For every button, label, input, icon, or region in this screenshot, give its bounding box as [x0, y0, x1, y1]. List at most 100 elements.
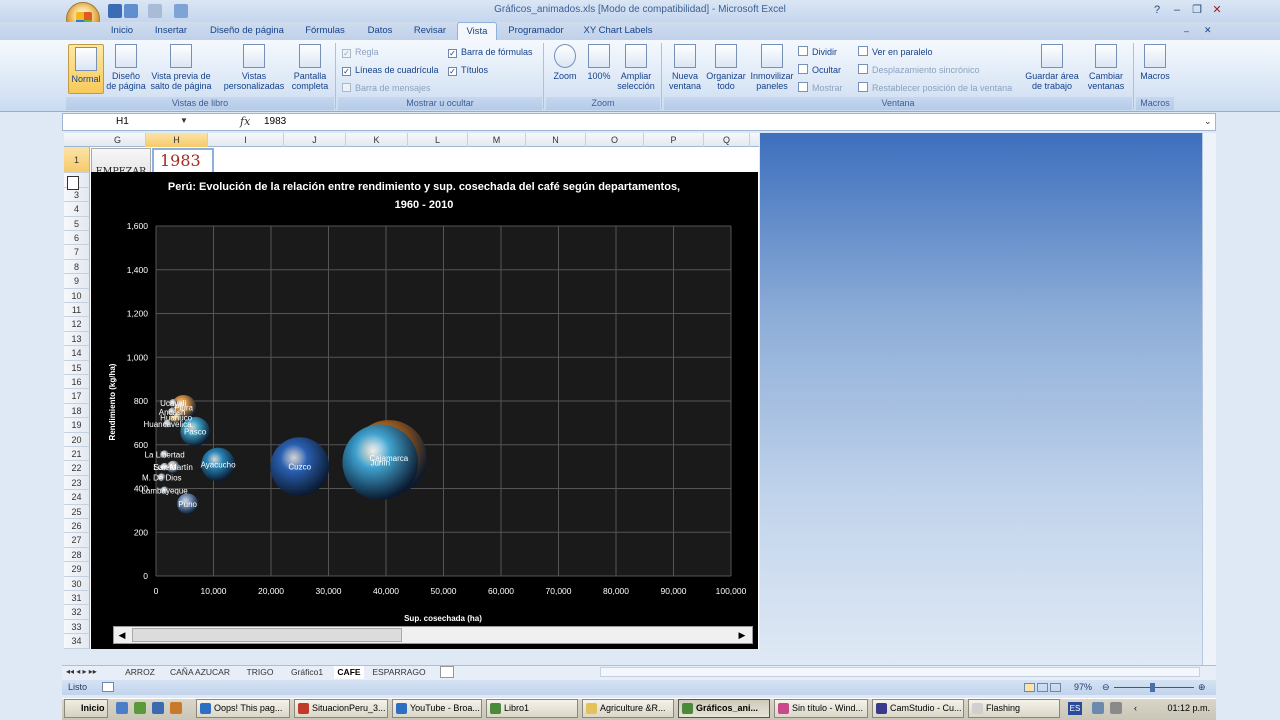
- row-header-14[interactable]: 14: [64, 346, 90, 361]
- tab-formulas[interactable]: Fórmulas: [298, 22, 352, 40]
- save-icon[interactable]: [108, 4, 122, 18]
- quicklaunch-media-icon[interactable]: [170, 702, 182, 714]
- tab-programador[interactable]: Programador: [502, 22, 570, 40]
- view-buttons[interactable]: [1024, 682, 1068, 692]
- column-header-h[interactable]: H: [146, 133, 208, 147]
- insert-sheet-icon[interactable]: [440, 666, 454, 678]
- zoom-level[interactable]: 97%: [1074, 680, 1092, 695]
- taskbar-item-agriculture[interactable]: Agriculture &R...: [582, 699, 674, 718]
- row-header-30[interactable]: 30: [64, 576, 90, 591]
- row-header-8[interactable]: 8: [64, 259, 90, 275]
- column-header-o[interactable]: O: [586, 133, 644, 147]
- vertical-scrollbar[interactable]: [1202, 133, 1216, 665]
- row-header-19[interactable]: 19: [64, 418, 90, 433]
- column-header-k[interactable]: K: [346, 133, 408, 147]
- row-header-11[interactable]: 11: [64, 303, 90, 318]
- insert-function-icon[interactable]: fx: [240, 114, 250, 130]
- sheet-tab-cana[interactable]: CAÑA AZUCAR: [166, 666, 234, 679]
- horizontal-scrollbar[interactable]: [600, 667, 1200, 677]
- row-header-6[interactable]: 6: [64, 231, 90, 246]
- taskbar-item-camstudio[interactable]: CamStudio - Cu...: [872, 699, 964, 718]
- taskbar-item-libro1[interactable]: Libro1: [486, 699, 578, 718]
- row-header-20[interactable]: 20: [64, 432, 90, 447]
- sheet-tab-cafe[interactable]: CAFE: [334, 666, 364, 679]
- taskbar-item-paint[interactable]: Sin título - Wind...: [774, 699, 868, 718]
- formula-bar-checkbox[interactable]: ✓ Barra de fórmulas: [448, 45, 533, 59]
- column-header-g[interactable]: G: [90, 133, 146, 147]
- print-preview-icon[interactable]: [174, 4, 188, 18]
- row-header-25[interactable]: 25: [64, 504, 90, 519]
- zoom-button[interactable]: Zoom: [548, 44, 582, 81]
- quicklaunch-word-icon[interactable]: [152, 702, 164, 714]
- ruler-checkbox[interactable]: ✓ Regla: [342, 45, 379, 59]
- sheet-tab-grafico1[interactable]: Gráfico1: [284, 666, 330, 679]
- side-by-side-button[interactable]: Ver en paralelo: [858, 45, 933, 59]
- switch-windows-button[interactable]: Cambiar ventanas: [1082, 44, 1130, 91]
- message-bar-checkbox[interactable]: Barra de mensajes: [342, 81, 431, 95]
- bubble-chart[interactable]: 0 10,000 20,000 30,000 40,000 50,000 60,000 70,…: [91, 172, 758, 649]
- zoom-100-button[interactable]: 100%: [584, 44, 614, 81]
- scroll-left-icon[interactable]: ◀: [116, 629, 128, 641]
- quicklaunch-excel-icon[interactable]: [134, 702, 146, 714]
- save-workspace-button[interactable]: Guardar área de trabajo: [1022, 44, 1082, 91]
- column-header-l[interactable]: L: [408, 133, 468, 147]
- expand-formula-icon[interactable]: ⌄: [1204, 116, 1212, 127]
- column-header-q[interactable]: Q: [704, 133, 750, 147]
- tab-diseno[interactable]: Diseño de página: [202, 22, 292, 40]
- headings-checkbox[interactable]: ✓ Títulos: [448, 63, 488, 77]
- page-layout-button[interactable]: Diseño de página: [106, 44, 146, 91]
- zoom-slider-thumb[interactable]: [1150, 683, 1155, 692]
- language-indicator[interactable]: ES: [1068, 702, 1082, 715]
- sync-scroll-button[interactable]: Desplazamiento sincrónico: [858, 63, 980, 77]
- reset-window-button[interactable]: Restablecer posición de la ventana: [858, 81, 1012, 95]
- freeze-panes-button[interactable]: Inmovilizar paneles: [748, 44, 796, 91]
- tab-inicio[interactable]: Inicio: [105, 22, 139, 40]
- new-window-button[interactable]: Nueva ventana: [666, 44, 704, 91]
- row-header-24[interactable]: 24: [64, 490, 90, 505]
- name-box-dropdown-icon[interactable]: ▼: [180, 116, 188, 125]
- taskbar-item-graficos[interactable]: Gráficos_ani...: [678, 699, 770, 718]
- formula-input[interactable]: 1983: [264, 114, 286, 130]
- ribbon-close-icon[interactable]: ✕: [1204, 25, 1212, 36]
- row-header-22[interactable]: 22: [64, 461, 90, 476]
- sheet-nav-icon[interactable]: ◂◂ ◂ ▸ ▸▸: [66, 667, 97, 676]
- page-break-preview-button[interactable]: Vista previa de salto de página: [148, 44, 214, 91]
- row-header-23[interactable]: 23: [64, 475, 90, 491]
- row-header-26[interactable]: 26: [64, 519, 90, 534]
- row-header-17[interactable]: 17: [64, 389, 90, 404]
- chart-scrollbar[interactable]: ◀ ▶: [113, 626, 753, 644]
- taskbar-item-oops[interactable]: Oops! This pag...: [196, 699, 290, 718]
- sheet-tab-arroz[interactable]: ARROZ: [118, 666, 162, 679]
- row-header-29[interactable]: 29: [64, 562, 90, 577]
- gridlines-checkbox[interactable]: ✓ Líneas de cuadrícula: [342, 63, 439, 77]
- row-header-27[interactable]: 27: [64, 533, 90, 548]
- row-header-13[interactable]: 13: [64, 331, 90, 347]
- zoom-out-icon[interactable]: ⊖: [1102, 680, 1110, 695]
- minimize-button[interactable]: –: [1168, 3, 1186, 17]
- column-header-i[interactable]: I: [208, 133, 284, 147]
- chevron-left-icon[interactable]: ‹: [1134, 703, 1137, 713]
- row-header-9[interactable]: 9: [64, 274, 90, 289]
- row-header-5[interactable]: 5: [64, 216, 90, 231]
- taskbar-item-situacion[interactable]: SituacionPeru_3...: [294, 699, 388, 718]
- row-header-10[interactable]: 10: [64, 288, 90, 303]
- column-header-m[interactable]: M: [468, 133, 526, 147]
- tab-vista[interactable]: Vista: [457, 22, 497, 40]
- macro-record-icon[interactable]: [102, 682, 114, 692]
- split-button[interactable]: Dividir: [798, 45, 837, 59]
- full-screen-button[interactable]: Pantalla completa: [288, 44, 332, 91]
- help-icon[interactable]: ?: [1148, 3, 1166, 17]
- year-cell[interactable]: 1983: [152, 148, 214, 174]
- maximize-button[interactable]: ❐: [1188, 3, 1206, 17]
- scroll-right-icon[interactable]: ▶: [736, 629, 748, 641]
- taskbar-item-youtube[interactable]: YouTube - Broa...: [392, 699, 482, 718]
- row-header-33[interactable]: 33: [64, 619, 90, 635]
- row-header-28[interactable]: 28: [64, 547, 90, 563]
- row-header-15[interactable]: 15: [64, 360, 90, 375]
- scroll-thumb[interactable]: [132, 628, 402, 642]
- taskbar-item-flashing[interactable]: Flashing: [968, 699, 1060, 718]
- row-header-21[interactable]: 21: [64, 447, 90, 462]
- row-header-16[interactable]: 16: [64, 375, 90, 390]
- column-header-p[interactable]: P: [644, 133, 704, 147]
- row-header-18[interactable]: 18: [64, 403, 90, 419]
